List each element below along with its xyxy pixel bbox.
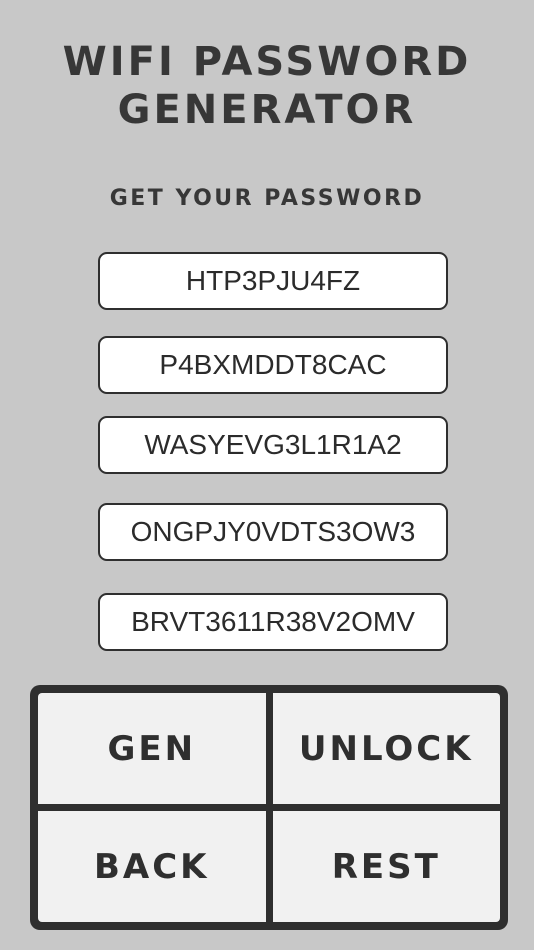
password-field-4[interactable]: ONGPJY0VDTS3OW3	[98, 503, 448, 561]
button-panel: GEN UNLOCK BACK REST	[30, 685, 508, 930]
title-line-2: GENERATOR	[117, 87, 417, 133]
title-line-1: WIFI PASSWORD	[62, 39, 472, 85]
subtitle: GET YOUR PASSWORD	[109, 186, 425, 211]
back-button[interactable]: BACK	[38, 811, 266, 922]
password-field-2[interactable]: P4BXMDDT8CAC	[98, 336, 448, 394]
password-field-5[interactable]: BRVT3611R38V2OMV	[98, 593, 448, 651]
password-field-1[interactable]: HTP3PJU4FZ	[98, 252, 448, 310]
rest-button[interactable]: REST	[272, 811, 500, 922]
gen-button[interactable]: GEN	[38, 693, 266, 804]
unlock-button[interactable]: UNLOCK	[272, 693, 500, 804]
password-field-3[interactable]: WASYEVG3L1R1A2	[98, 416, 448, 474]
